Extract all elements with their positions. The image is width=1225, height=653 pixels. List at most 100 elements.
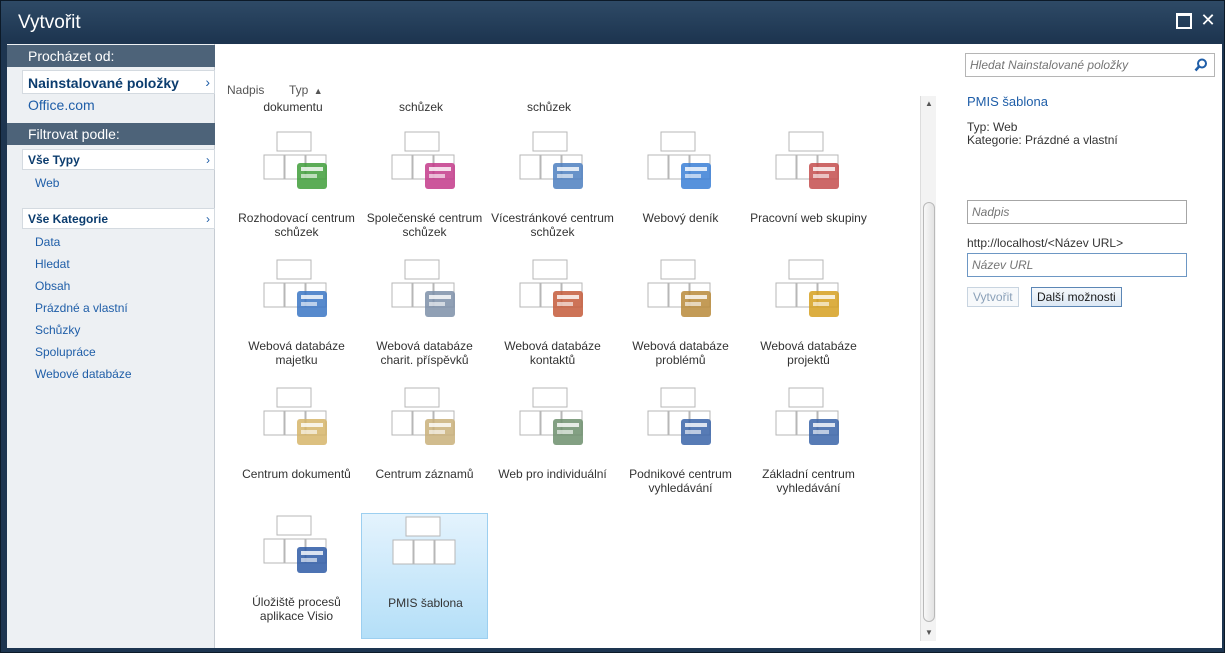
sort-type-label: Typ — [289, 83, 309, 97]
template-tile-label: Webová databáze majetku — [248, 339, 345, 367]
detail-type: Typ: Web — [967, 120, 1018, 134]
detail-category: Kategorie: Prázdné a vlastní — [967, 133, 1118, 147]
filter-header: Filtrovat podle: — [7, 123, 215, 145]
category-blank-custom[interactable]: Prázdné a vlastní — [35, 301, 128, 315]
template-tile[interactable]: Vícestránkové centrum schůzek — [489, 129, 616, 255]
scroll-thumb[interactable] — [923, 202, 935, 622]
template-tile-label: Webová databáze problémů — [632, 339, 729, 367]
template-tile[interactable]: Rozhodovací centrum schůzek — [233, 129, 360, 255]
template-tile-label: Centrum dokumentů — [242, 467, 351, 481]
pmis-template-icon — [392, 516, 456, 565]
search-box — [965, 53, 1215, 77]
scroll-up-icon[interactable]: ▲ — [923, 98, 935, 110]
vertical-scrollbar[interactable]: ▲ ▼ — [920, 96, 936, 641]
search-icon[interactable] — [1194, 58, 1208, 72]
charity-db-icon — [391, 259, 455, 317]
template-tile-label: Rozhodovací centrum schůzek — [238, 211, 355, 239]
template-tile[interactable]: PMIS šablona — [361, 513, 488, 639]
template-tile[interactable]: Společenské centrum schůzek — [361, 129, 488, 255]
filter-all-types[interactable]: Vše Typy › — [22, 149, 215, 170]
group-work-icon — [775, 131, 839, 189]
chevron-right-icon: › — [205, 74, 210, 90]
template-tile-label: Webová databáze charit. příspěvků — [376, 339, 473, 367]
filter-all-types-label: Vše Typy — [28, 153, 80, 167]
issues-db-icon — [647, 259, 711, 317]
decision-meeting-icon — [263, 131, 327, 189]
social-meeting-icon — [391, 131, 455, 189]
left-panel: Procházet od: Nainstalované položky › Of… — [7, 44, 215, 648]
template-tile[interactable]: Úložiště procesů aplikace Visio — [233, 513, 360, 639]
visio-process-icon — [263, 515, 327, 573]
template-tile-label: Web pro individuální — [498, 467, 607, 481]
contacts-db-icon — [519, 259, 583, 317]
category-collaboration[interactable]: Spolupráce — [35, 345, 96, 359]
partial-label: schůzek — [526, 100, 572, 114]
detail-title: PMIS šablona — [967, 94, 1048, 109]
template-tile-label: Podnikové centrum vyhledávání — [629, 467, 732, 495]
template-tile-label: PMIS šablona — [388, 596, 463, 610]
records-center-icon — [391, 387, 455, 445]
template-tile-label: Úložiště procesů aplikace Visio — [252, 595, 341, 623]
template-tile[interactable]: Web pro individuální — [489, 385, 616, 511]
filter-all-categories[interactable]: Vše Kategorie › — [22, 208, 215, 229]
chevron-right-icon: › — [206, 211, 210, 226]
maximize-icon[interactable] — [1175, 12, 1192, 29]
url-field[interactable] — [967, 253, 1187, 277]
template-tile-label: Vícestránkové centrum schůzek — [491, 211, 614, 239]
template-tile[interactable]: Webová databáze majetku — [233, 257, 360, 383]
scroll-down-icon[interactable]: ▼ — [923, 627, 935, 639]
browse-office[interactable]: Office.com — [28, 97, 95, 113]
category-search[interactable]: Hledat — [35, 257, 70, 271]
basic-search-icon — [775, 387, 839, 445]
sort-by-type[interactable]: Typ ▲ — [289, 83, 323, 97]
template-tile[interactable]: Webová databáze kontaktů — [489, 257, 616, 383]
blog-icon — [647, 131, 711, 189]
template-tile-label: Webová databáze kontaktů — [504, 339, 601, 367]
create-dialog: Vytvořit ✕ Procházet od: Nainstalované p… — [0, 0, 1225, 653]
dialog-content: Procházet od: Nainstalované položky › Of… — [7, 44, 1222, 648]
template-tile-label: Základní centrum vyhledávání — [762, 467, 855, 495]
browse-installed-label: Nainstalované položky — [28, 75, 179, 91]
category-meetings[interactable]: Schůzky — [35, 323, 80, 337]
partial-label: schůzek — [398, 100, 444, 114]
template-tile[interactable]: Centrum záznamů — [361, 385, 488, 511]
browse-installed[interactable]: Nainstalované položky › — [22, 70, 215, 94]
create-button[interactable]: Vytvořit — [967, 287, 1019, 307]
template-tile[interactable]: Webová databáze projektů — [745, 257, 872, 383]
search-input[interactable] — [966, 54, 1186, 76]
dialog-title: Vytvořit — [18, 12, 81, 33]
title-bar: Vytvořit ✕ — [1, 1, 1225, 45]
template-tile[interactable]: Webový deník — [617, 129, 744, 255]
close-icon[interactable]: ✕ — [1200, 11, 1216, 29]
title-field[interactable] — [967, 200, 1187, 224]
personal-web-icon — [519, 387, 583, 445]
browse-header: Procházet od: — [7, 45, 215, 67]
template-tile[interactable]: Základní centrum vyhledávání — [745, 385, 872, 511]
document-center-icon — [263, 387, 327, 445]
template-tile[interactable]: Centrum dokumentů — [233, 385, 360, 511]
template-tile[interactable]: Podnikové centrum vyhledávání — [617, 385, 744, 511]
category-content[interactable]: Obsah — [35, 279, 70, 293]
category-data[interactable]: Data — [35, 235, 60, 249]
template-tile[interactable]: Pracovní web skupiny — [745, 129, 872, 255]
template-grid: dokumentu schůzek schůzek Rozhodovací ce… — [229, 96, 919, 648]
template-tile-label: Společenské centrum schůzek — [366, 211, 483, 239]
template-tile[interactable]: Webová databáze charit. příspěvků — [361, 257, 488, 383]
filter-all-categories-label: Vše Kategorie — [28, 212, 109, 226]
assets-db-icon — [263, 259, 327, 317]
chevron-right-icon: › — [206, 152, 210, 167]
more-options-button[interactable]: Další možnosti — [1031, 287, 1122, 307]
url-prefix: http://localhost/<Název URL> — [967, 236, 1124, 250]
multipage-meeting-icon — [519, 131, 583, 189]
template-tile-label: Webový deník — [642, 211, 719, 225]
projects-db-icon — [775, 259, 839, 317]
template-tile[interactable]: Webová databáze problémů — [617, 257, 744, 383]
sort-by-title[interactable]: Nadpis — [227, 83, 264, 97]
template-tile-label: Webová databáze projektů — [760, 339, 857, 367]
template-tile-label: Pracovní web skupiny — [750, 211, 867, 225]
template-tile-label: Centrum záznamů — [375, 467, 474, 481]
enterprise-search-icon — [647, 387, 711, 445]
filter-type-web[interactable]: Web — [35, 176, 59, 190]
partial-label: dokumentu — [263, 100, 323, 114]
category-web-databases[interactable]: Webové databáze — [35, 367, 132, 381]
